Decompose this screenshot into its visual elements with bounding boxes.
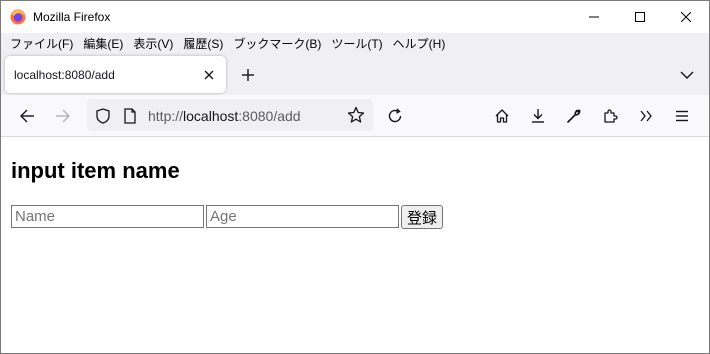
- menu-view[interactable]: 表示(V): [128, 35, 178, 52]
- developer-tools-button[interactable]: [565, 107, 583, 125]
- url-path: :8080/add: [238, 108, 301, 124]
- menu-edit[interactable]: 編集(E): [78, 35, 128, 52]
- menu-tools[interactable]: ツール(T): [326, 35, 387, 52]
- menu-help[interactable]: ヘルプ(H): [388, 35, 451, 52]
- url-text[interactable]: http://localhost:8080/add: [148, 108, 301, 124]
- close-button[interactable]: [663, 1, 709, 33]
- tab-close-button[interactable]: [201, 67, 217, 83]
- minimize-icon: [589, 16, 599, 18]
- bookmark-star-button[interactable]: [347, 106, 365, 124]
- extensions-button[interactable]: [601, 107, 619, 125]
- wrench-icon: [567, 109, 581, 123]
- forward-button[interactable]: [54, 107, 72, 125]
- menu-bar: ファイル(F) 編集(E) 表示(V) 履歴(S) ブックマーク(B) ツール(…: [1, 33, 709, 53]
- register-button[interactable]: 登録: [401, 205, 444, 229]
- downloads-button[interactable]: [529, 107, 547, 125]
- firefox-icon: [10, 9, 26, 25]
- reload-button[interactable]: [386, 107, 404, 125]
- overflow-chevrons-icon: [640, 110, 652, 122]
- tab-title: localhost:8080/add: [14, 67, 115, 82]
- home-button[interactable]: [493, 107, 511, 125]
- age-input[interactable]: [206, 205, 399, 228]
- extensions-icon: [604, 109, 618, 123]
- name-input[interactable]: [11, 205, 204, 228]
- url-host: localhost: [183, 108, 239, 124]
- navigation-toolbar: http://localhost:8080/add: [1, 95, 709, 137]
- maximize-icon: [635, 12, 645, 22]
- tab-strip: localhost:8080/add: [1, 53, 709, 95]
- maximize-button[interactable]: [617, 1, 663, 33]
- window-title: Mozilla Firefox: [33, 10, 111, 24]
- page-heading: input item name: [11, 158, 180, 183]
- menu-file[interactable]: ファイル(F): [5, 35, 78, 52]
- title-bar: Mozilla Firefox: [1, 1, 709, 33]
- back-button[interactable]: [18, 107, 36, 125]
- chevron-down-icon: [680, 71, 694, 79]
- home-icon: [495, 109, 509, 123]
- browser-window: Mozilla Firefox ファイル(F) 編集(E) 表示(V) 履歴(S…: [0, 0, 710, 354]
- reload-icon: [388, 108, 402, 123]
- download-icon: [532, 109, 544, 123]
- hamburger-menu-icon: [676, 110, 688, 122]
- star-icon: [347, 106, 365, 123]
- forward-arrow-icon: [56, 109, 70, 123]
- new-tab-button[interactable]: [239, 66, 257, 84]
- page-icon: [124, 108, 136, 124]
- menu-history[interactable]: 履歴(S): [178, 35, 228, 52]
- tracking-protection-button[interactable]: [94, 107, 112, 125]
- url-scheme: http://: [148, 108, 184, 124]
- tab-active[interactable]: localhost:8080/add: [5, 56, 226, 93]
- close-icon: [204, 70, 214, 79]
- application-menu-button[interactable]: [673, 107, 691, 125]
- plus-icon: [242, 69, 254, 81]
- minimize-button[interactable]: [571, 1, 617, 33]
- list-all-tabs-button[interactable]: [679, 67, 695, 83]
- url-bar[interactable]: http://localhost:8080/add: [87, 99, 373, 131]
- menu-bookmarks[interactable]: ブックマーク(B): [228, 35, 326, 52]
- site-info-button[interactable]: [121, 107, 139, 125]
- close-icon: [681, 12, 691, 22]
- shield-icon: [96, 108, 110, 124]
- overflow-button[interactable]: [637, 107, 655, 125]
- back-arrow-icon: [20, 109, 34, 123]
